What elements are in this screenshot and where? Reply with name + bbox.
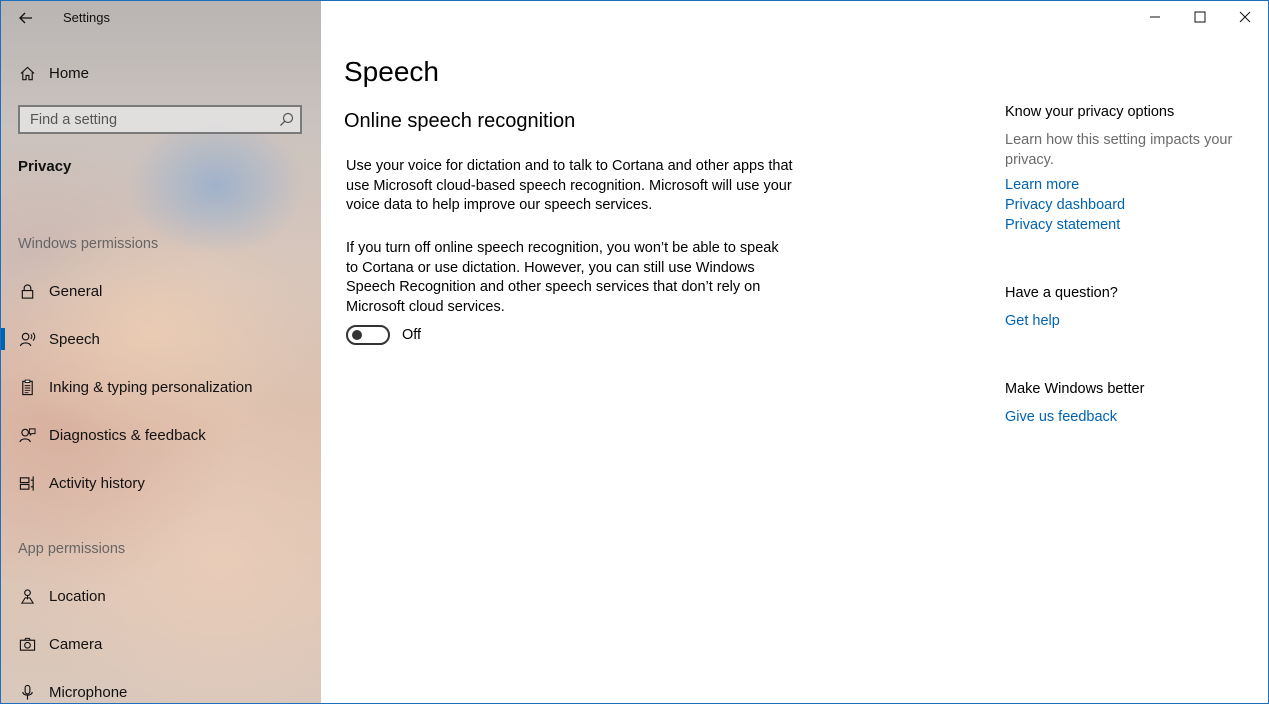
speech-icon bbox=[18, 330, 36, 348]
learn-more-link[interactable]: Learn more bbox=[1005, 177, 1079, 193]
sidebar-item-activity-history[interactable]: Activity history bbox=[1, 463, 321, 503]
page-title: Speech bbox=[344, 56, 439, 87]
toggle-state-label: Off bbox=[402, 327, 422, 343]
sidebar-item-label: Home bbox=[49, 64, 90, 82]
lock-icon bbox=[18, 282, 36, 300]
sidebar-item-label: Activity history bbox=[49, 474, 145, 492]
sidebar-item-camera[interactable]: Camera bbox=[1, 624, 321, 664]
question-heading: Have a question? bbox=[1005, 285, 1118, 301]
section-title: Online speech recognition bbox=[344, 110, 576, 132]
minimize-icon bbox=[1150, 16, 1160, 18]
sidebar-item-home[interactable]: Home bbox=[1, 53, 321, 93]
maximize-button[interactable] bbox=[1177, 1, 1223, 33]
sidebar-item-general[interactable]: General bbox=[1, 271, 321, 311]
windows-better-heading: Make Windows better bbox=[1005, 381, 1145, 397]
sidebar: Settings Home Privacy Windows permission… bbox=[1, 1, 321, 703]
sidebar-item-label: Diagnostics & feedback bbox=[49, 426, 206, 444]
privacy-options-text: Learn how this setting impacts your priv… bbox=[1005, 132, 1233, 168]
settings-window: Settings Home Privacy Windows permission… bbox=[0, 0, 1269, 704]
search-input[interactable] bbox=[20, 107, 270, 132]
search-icon bbox=[280, 112, 294, 126]
warning-paragraph: If you turn off online speech recognitio… bbox=[346, 240, 779, 315]
back-arrow-icon bbox=[19, 12, 32, 24]
sidebar-item-diagnostics[interactable]: Diagnostics & feedback bbox=[1, 415, 321, 455]
sidebar-item-microphone[interactable]: Microphone bbox=[1, 672, 321, 703]
speech-recognition-toggle[interactable] bbox=[346, 325, 390, 345]
sidebar-item-label: General bbox=[49, 282, 103, 300]
back-button[interactable] bbox=[11, 5, 41, 31]
microphone-icon bbox=[18, 683, 36, 701]
minimize-button[interactable] bbox=[1132, 1, 1178, 33]
sidebar-item-label: Inking & typing personalization bbox=[49, 378, 253, 396]
home-icon bbox=[18, 64, 36, 82]
section-label-app-permissions: App permissions bbox=[18, 541, 126, 557]
sidebar-item-label: Camera bbox=[49, 635, 103, 653]
category-heading: Privacy bbox=[18, 158, 72, 175]
section-label-windows-permissions: Windows permissions bbox=[18, 236, 159, 252]
get-help-link[interactable]: Get help bbox=[1005, 313, 1060, 329]
description-paragraph: Use your voice for dictation and to talk… bbox=[346, 158, 793, 213]
give-feedback-link[interactable]: Give us feedback bbox=[1005, 409, 1117, 425]
maximize-icon bbox=[1194, 11, 1206, 23]
clipboard-icon bbox=[18, 378, 36, 396]
sidebar-item-label: Location bbox=[49, 587, 106, 605]
close-button[interactable] bbox=[1222, 1, 1268, 33]
privacy-options-heading: Know your privacy options bbox=[1005, 104, 1175, 120]
privacy-dashboard-link[interactable]: Privacy dashboard bbox=[1005, 197, 1125, 213]
toggle-knob bbox=[352, 330, 362, 340]
sidebar-item-speech[interactable]: Speech bbox=[1, 319, 321, 359]
location-icon bbox=[18, 587, 36, 605]
camera-icon bbox=[18, 635, 36, 653]
sidebar-item-label: Speech bbox=[49, 330, 100, 348]
app-title: Settings bbox=[63, 10, 110, 25]
person-feedback-icon bbox=[18, 426, 36, 444]
privacy-statement-link[interactable]: Privacy statement bbox=[1005, 217, 1120, 233]
speech-recognition-toggle-row: Off bbox=[346, 325, 421, 345]
sidebar-item-inking[interactable]: Inking & typing personalization bbox=[1, 367, 321, 407]
sidebar-item-location[interactable]: Location bbox=[1, 576, 321, 616]
sidebar-item-label: Microphone bbox=[49, 683, 128, 701]
search-box[interactable] bbox=[18, 105, 302, 134]
timeline-icon bbox=[18, 474, 36, 492]
close-icon bbox=[1239, 11, 1251, 23]
